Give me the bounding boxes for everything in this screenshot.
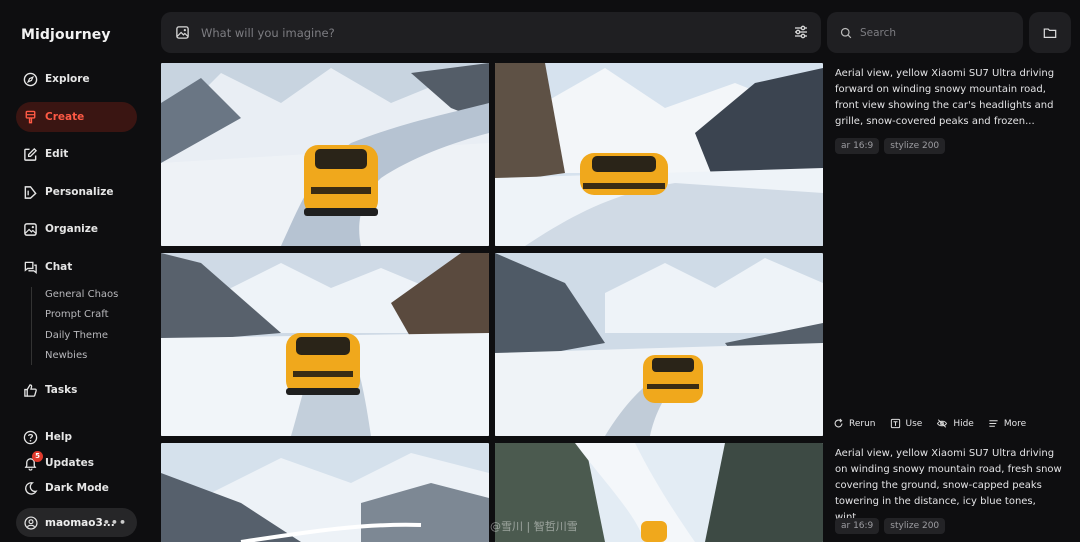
search-box[interactable]	[827, 12, 1023, 53]
watermark-text: @雪川 | 智哲川雪	[490, 520, 578, 533]
updates-badge: 5	[32, 450, 43, 462]
sidebar-item-chat[interactable]: Chat	[16, 252, 137, 282]
settings-sliders-icon[interactable]	[793, 24, 809, 44]
user-avatar-icon	[24, 515, 38, 530]
chat-rooms-divider	[31, 287, 32, 365]
sidebar-item-label: Dark Mode	[45, 482, 109, 494]
search-icon	[840, 27, 852, 39]
chat-room-daily-theme[interactable]: Daily Theme	[45, 330, 108, 341]
rerun-icon	[833, 418, 844, 429]
sidebar-item-label: Edit	[45, 148, 69, 160]
sidebar: Midjourney Explore Create Edit Personali…	[0, 0, 152, 542]
dark-mode-toggle[interactable]: Dark Mode	[16, 473, 137, 503]
eye-off-icon	[936, 418, 948, 429]
use-button[interactable]: Use	[890, 418, 923, 429]
chat-icon	[23, 260, 38, 275]
brush-icon	[23, 110, 38, 125]
sidebar-item-personalize[interactable]: Personalize	[16, 177, 137, 207]
sidebar-item-edit[interactable]: Edit	[16, 139, 137, 169]
thumbs-up-icon	[23, 383, 38, 398]
job-1-prompt-text[interactable]: Aerial view, yellow Xiaomi SU7 Ultra dri…	[835, 66, 1063, 130]
sidebar-item-explore[interactable]: Explore	[16, 64, 137, 94]
sidebar-item-label: Personalize	[45, 186, 114, 198]
rerun-button[interactable]: Rerun	[833, 418, 876, 429]
menu-lines-icon	[988, 418, 999, 429]
chat-room-newbies[interactable]: Newbies	[45, 350, 87, 361]
job-actions: Rerun Use Hide More	[833, 418, 1026, 429]
help-icon	[23, 430, 38, 445]
folder-icon	[1043, 26, 1057, 40]
more-button[interactable]: More	[988, 418, 1026, 429]
sidebar-item-tasks[interactable]: Tasks	[16, 375, 137, 405]
chat-room-general-chaos[interactable]: General Chaos	[45, 289, 118, 300]
bell-icon: 5	[23, 450, 43, 471]
prompt-input[interactable]	[201, 25, 761, 40]
compass-icon	[23, 72, 38, 87]
generated-image-2[interactable]	[495, 63, 823, 246]
personalize-icon	[23, 185, 38, 200]
edit-icon	[23, 147, 38, 162]
sidebar-item-label: Help	[45, 431, 73, 443]
rerun-label: Rerun	[849, 418, 876, 429]
sidebar-item-label: Chat	[45, 261, 73, 273]
brand-logo[interactable]: Midjourney	[21, 27, 111, 43]
job-2-prompt-text[interactable]: Aerial view, yellow Xiaomi SU7 Ultra dri…	[835, 446, 1063, 526]
sidebar-item-label: Tasks	[45, 384, 78, 396]
folder-button[interactable]	[1029, 12, 1071, 53]
sidebar-item-label: Create	[45, 111, 85, 123]
sidebar-item-organize[interactable]: Organize	[16, 214, 137, 244]
user-menu-button[interactable]: •••	[103, 516, 127, 529]
hide-label: Hide	[953, 418, 974, 429]
use-label: Use	[905, 418, 923, 429]
generated-image-3[interactable]	[161, 253, 489, 436]
tag-aspect-ratio[interactable]: ar 16:9	[835, 138, 880, 154]
text-box-icon	[890, 418, 901, 429]
job-1-tags: ar 16:9 stylize 200	[835, 138, 946, 154]
tag-stylize[interactable]: stylize 200	[884, 138, 946, 154]
sidebar-item-label: Organize	[45, 223, 99, 235]
image-upload-icon[interactable]	[175, 25, 190, 40]
chat-room-prompt-craft[interactable]: Prompt Craft	[45, 309, 109, 320]
moon-icon	[23, 481, 38, 496]
prompt-bar[interactable]	[161, 12, 821, 53]
tag-stylize[interactable]: stylize 200	[884, 518, 946, 534]
sidebar-item-create[interactable]: Create	[16, 102, 137, 132]
image-icon	[23, 222, 38, 237]
generated-image-4[interactable]	[495, 253, 823, 436]
generated-image-1[interactable]	[161, 63, 489, 246]
search-input[interactable]	[860, 26, 1010, 39]
job-2-tags: ar 16:9 stylize 200	[835, 518, 946, 534]
sidebar-item-label: Updates	[45, 457, 95, 469]
generated-image-5[interactable]	[161, 443, 489, 542]
hide-button[interactable]: Hide	[936, 418, 974, 429]
tag-aspect-ratio[interactable]: ar 16:9	[835, 518, 880, 534]
more-label: More	[1003, 418, 1027, 429]
sidebar-item-label: Explore	[45, 73, 90, 85]
user-account[interactable]: maomao3... •••	[16, 508, 137, 537]
